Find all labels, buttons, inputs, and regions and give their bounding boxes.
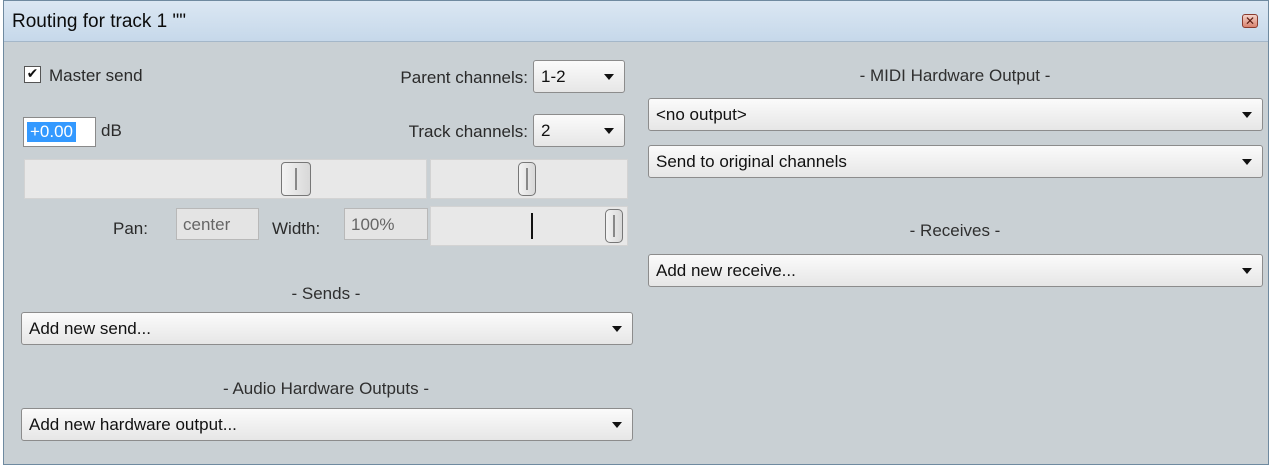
- volume-input[interactable]: +0.00: [23, 117, 96, 147]
- volume-value: +0.00: [27, 122, 77, 142]
- chevron-down-icon: [1242, 268, 1252, 274]
- midi-output-value: <no output>: [656, 105, 747, 124]
- title-bar[interactable]: Routing for track 1 "" ✕: [4, 1, 1268, 42]
- volume-unit: dB: [101, 121, 122, 140]
- pan-label: Pan:: [113, 219, 148, 238]
- chevron-down-icon: [604, 128, 614, 134]
- parent-channels-value: 1-2: [541, 67, 566, 86]
- parent-channels-label: Parent channels:: [400, 68, 528, 87]
- pan-field[interactable]: center: [176, 208, 259, 240]
- chevron-down-icon: [1242, 159, 1252, 165]
- parent-channels-select[interactable]: 1-2: [533, 60, 625, 93]
- midi-hw-heading: - MIDI Hardware Output -: [859, 66, 1051, 85]
- volume-fader-thumb[interactable]: [281, 162, 311, 196]
- pan-fader-thumb[interactable]: [518, 162, 536, 196]
- chevron-down-icon: [612, 422, 622, 428]
- track-channels-label: Track channels:: [408, 122, 528, 141]
- add-hardware-output-value: Add new hardware output...: [29, 415, 237, 434]
- pan-value: center: [183, 215, 231, 234]
- volume-fader[interactable]: [24, 159, 427, 199]
- add-send-select[interactable]: Add new send...: [21, 312, 633, 345]
- midi-channel-value: Send to original channels: [656, 152, 847, 171]
- width-field[interactable]: 100%: [344, 208, 428, 240]
- audio-hw-heading: - Audio Hardware Outputs -: [223, 379, 429, 398]
- window-title: Routing for track 1 "": [12, 11, 187, 32]
- width-label: Width:: [272, 219, 321, 238]
- width-center-marker: [531, 213, 533, 239]
- track-channels-value: 2: [541, 121, 551, 140]
- master-send-checkbox[interactable]: ✔: [24, 66, 41, 83]
- add-send-value: Add new send...: [29, 319, 151, 338]
- width-value: 100%: [351, 215, 395, 234]
- routing-window: Routing for track 1 "" ✕ ✔ Master send P…: [3, 0, 1269, 465]
- width-fader-thumb[interactable]: [605, 209, 623, 243]
- master-send-label: Master send: [49, 66, 143, 85]
- chevron-down-icon: [1242, 112, 1252, 118]
- sends-heading: - Sends -: [291, 284, 361, 303]
- width-fader[interactable]: [430, 206, 628, 246]
- add-receive-value: Add new receive...: [656, 261, 796, 280]
- add-receive-select[interactable]: Add new receive...: [648, 254, 1263, 287]
- midi-output-select[interactable]: <no output>: [648, 98, 1263, 131]
- track-channels-select[interactable]: 2: [533, 114, 625, 147]
- close-icon[interactable]: ✕: [1242, 14, 1258, 28]
- chevron-down-icon: [612, 326, 622, 332]
- chevron-down-icon: [604, 74, 614, 80]
- add-hardware-output-select[interactable]: Add new hardware output...: [21, 408, 633, 441]
- pan-fader[interactable]: [430, 159, 628, 199]
- receives-heading: - Receives -: [909, 221, 1001, 240]
- midi-channel-select[interactable]: Send to original channels: [648, 145, 1263, 178]
